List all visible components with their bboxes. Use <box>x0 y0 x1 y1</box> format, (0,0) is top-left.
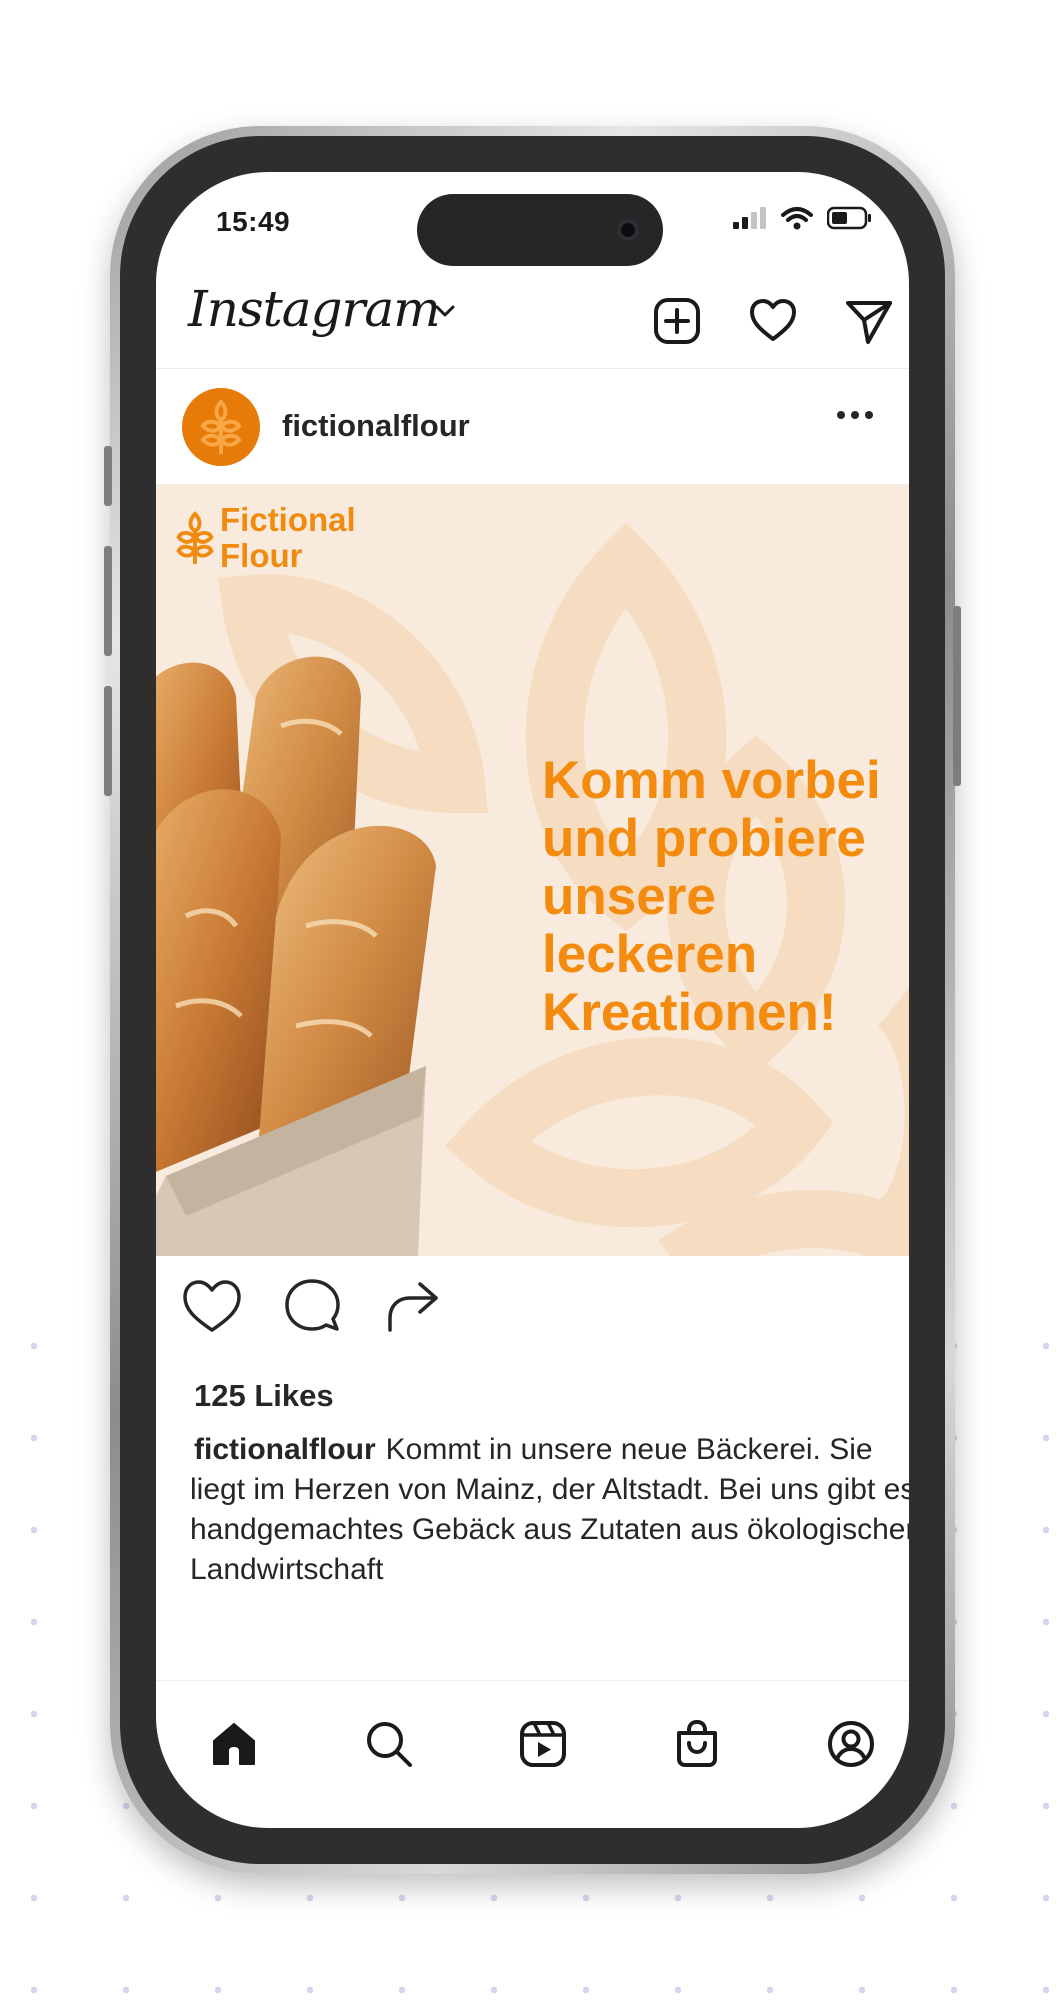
post-image[interactable]: Fictional Flour Komm vorbei und probiere… <box>156 484 909 1256</box>
post-header: fictionalflour <box>156 368 909 486</box>
post-caption: fictionalflour Kommt in unsere neue Bäcke… <box>190 1430 909 1590</box>
post-actions <box>156 1256 909 1356</box>
search-icon[interactable] <box>364 1719 414 1769</box>
wheat-icon <box>176 511 214 564</box>
avatar[interactable] <box>182 388 260 466</box>
bottom-tab-bar <box>156 1680 909 1801</box>
dynamic-island <box>417 194 663 266</box>
more-options-icon[interactable] <box>835 408 875 422</box>
comment-icon[interactable] <box>284 1278 340 1334</box>
phone-screen: 15:49 Instagram fictionalflour Fictional… <box>156 172 909 1828</box>
volume-down-button <box>104 686 112 796</box>
status-time: 15:49 <box>216 206 291 237</box>
profile-icon[interactable] <box>826 1719 876 1769</box>
like-icon[interactable] <box>182 1278 242 1334</box>
instagram-logo[interactable]: Instagram <box>188 280 441 338</box>
wifi-icon <box>781 207 813 230</box>
volume-up-button <box>104 546 112 656</box>
likes-count[interactable]: 125 Likes <box>194 1378 334 1414</box>
post-username[interactable]: fictionalflour <box>282 408 470 444</box>
brand-name: Fictional Flour <box>220 502 356 574</box>
brand-name-line1: Fictional <box>220 501 356 538</box>
cellular-signal-icon <box>733 207 766 229</box>
power-button <box>953 606 961 786</box>
phone-bezel: 15:49 Instagram fictionalflour Fictional… <box>120 136 945 1864</box>
instagram-header: Instagram <box>156 262 909 369</box>
brand-logo: Fictional Flour <box>176 502 356 574</box>
caption-username[interactable]: fictionalflour <box>194 1433 376 1466</box>
post-headline: Komm vorbei und probiere unsere leckeren… <box>542 751 881 1042</box>
reels-icon[interactable] <box>518 1719 568 1769</box>
shop-icon[interactable] <box>672 1719 722 1769</box>
heart-icon[interactable] <box>748 296 798 346</box>
phone-frame: 15:49 Instagram fictionalflour Fictional… <box>104 126 961 1874</box>
send-icon[interactable] <box>844 296 894 346</box>
camera-icon <box>617 219 639 241</box>
wheat-icon <box>200 399 242 454</box>
mute-switch <box>104 446 112 506</box>
baguettes-photo <box>156 656 436 1256</box>
share-icon[interactable] <box>384 1278 440 1334</box>
status-icons <box>733 206 873 230</box>
add-post-icon[interactable] <box>652 296 702 346</box>
chevron-down-icon[interactable] <box>434 304 456 318</box>
home-icon[interactable] <box>209 1719 259 1769</box>
battery-icon <box>827 206 871 230</box>
brand-name-line2: Flour <box>220 537 303 574</box>
